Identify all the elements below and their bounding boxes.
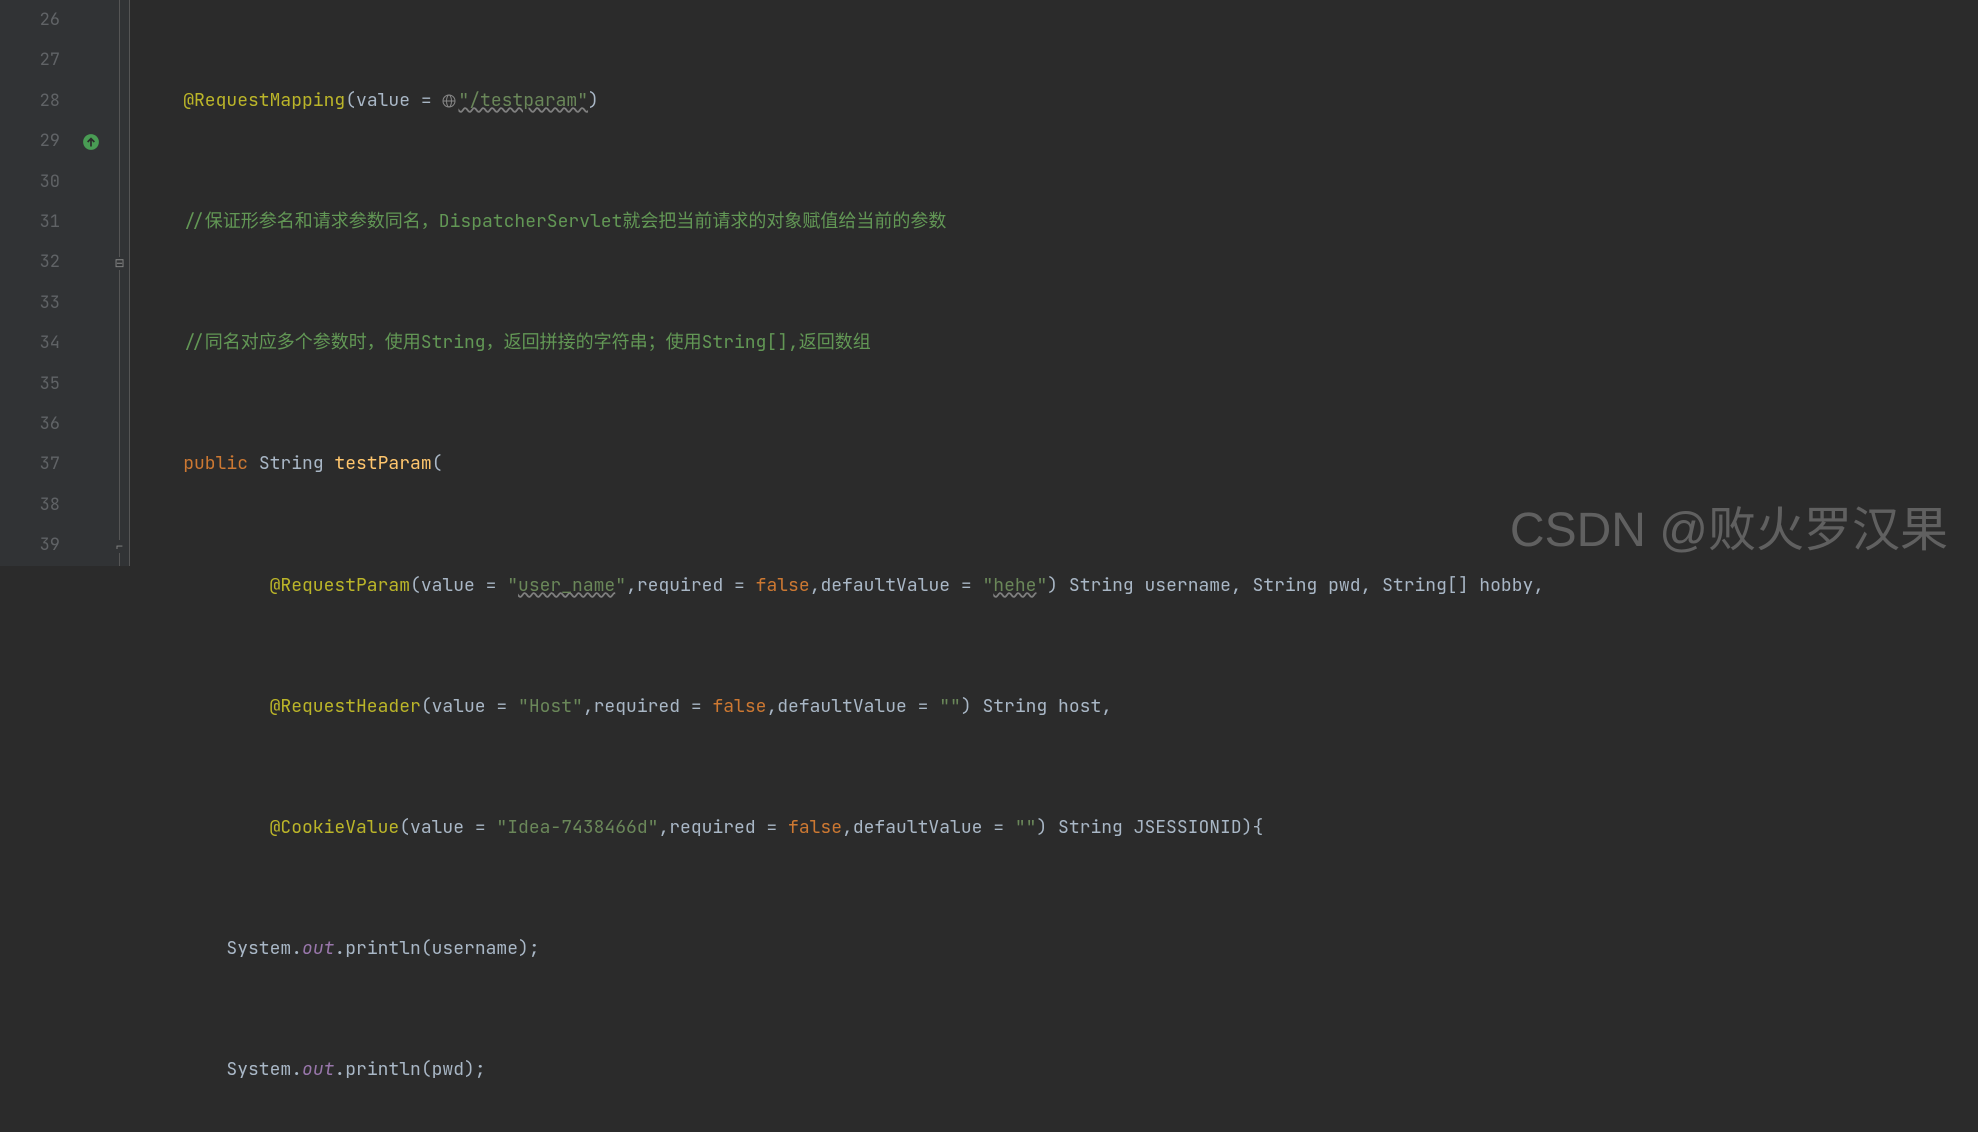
code-line[interactable]: System.out.println(pwd); bbox=[140, 1050, 1978, 1090]
line-number[interactable]: 33 bbox=[0, 283, 60, 323]
line-number[interactable]: 39 bbox=[0, 525, 60, 565]
annotation-token: @RequestParam bbox=[270, 574, 410, 597]
line-number[interactable]: 30 bbox=[0, 162, 60, 202]
code-line[interactable]: @RequestHeader(value = "Host",required =… bbox=[140, 687, 1978, 727]
line-number[interactable]: 35 bbox=[0, 364, 60, 404]
fold-guide-line bbox=[119, 0, 120, 566]
comment-token: //保证形参名和请求参数同名，DispatcherServlet就会把当前请求的… bbox=[183, 210, 946, 233]
line-number[interactable]: 27 bbox=[0, 40, 60, 80]
code-line[interactable]: System.out.println(username); bbox=[140, 929, 1978, 969]
keyword-token: public bbox=[183, 452, 248, 475]
line-number[interactable]: 26 bbox=[0, 0, 60, 40]
fold-gutter: ⊟ ⌐ bbox=[110, 0, 130, 566]
annotation-token: @RequestHeader bbox=[270, 695, 421, 718]
globe-icon bbox=[442, 94, 456, 108]
code-line[interactable]: @RequestParam(value = "user_name",requir… bbox=[140, 566, 1978, 606]
code-area[interactable]: @RequestMapping(value = "/testparam") //… bbox=[130, 0, 1978, 566]
field-token: out bbox=[302, 1058, 334, 1081]
string-token: "/testparam" bbox=[458, 89, 588, 112]
code-line[interactable]: public String testParam( bbox=[140, 444, 1978, 484]
code-line[interactable]: //同名对应多个参数时，使用String，返回拼接的字符串；使用String[]… bbox=[140, 323, 1978, 363]
gutter-icons bbox=[80, 0, 110, 566]
code-line[interactable]: //保证形参名和请求参数同名，DispatcherServlet就会把当前请求的… bbox=[140, 202, 1978, 242]
line-number-gutter: 26 27 28 29 30 31 32 33 34 35 36 37 38 3… bbox=[0, 0, 80, 566]
override-icon[interactable] bbox=[82, 133, 100, 151]
line-number[interactable]: 38 bbox=[0, 485, 60, 525]
fold-end-icon[interactable]: ⌐ bbox=[113, 540, 126, 553]
line-number[interactable]: 37 bbox=[0, 444, 60, 484]
line-number[interactable]: 29 bbox=[0, 121, 60, 161]
annotation-token: @RequestMapping bbox=[183, 89, 345, 112]
method-token: testParam bbox=[334, 452, 431, 475]
line-number[interactable]: 36 bbox=[0, 404, 60, 444]
field-token: out bbox=[302, 937, 334, 960]
code-editor: 26 27 28 29 30 31 32 33 34 35 36 37 38 3… bbox=[0, 0, 1978, 566]
comment-token: //同名对应多个参数时，使用String，返回拼接的字符串；使用String[]… bbox=[183, 331, 871, 354]
line-number[interactable]: 34 bbox=[0, 323, 60, 363]
line-number[interactable]: 31 bbox=[0, 202, 60, 242]
code-line[interactable]: @CookieValue(value = "Idea-7438466d",req… bbox=[140, 808, 1978, 848]
fold-collapse-icon[interactable]: ⊟ bbox=[113, 257, 126, 270]
code-line[interactable]: @RequestMapping(value = "/testparam") bbox=[140, 81, 1978, 121]
annotation-token: @CookieValue bbox=[270, 816, 400, 839]
line-number[interactable]: 32 bbox=[0, 242, 60, 282]
line-number[interactable]: 28 bbox=[0, 81, 60, 121]
